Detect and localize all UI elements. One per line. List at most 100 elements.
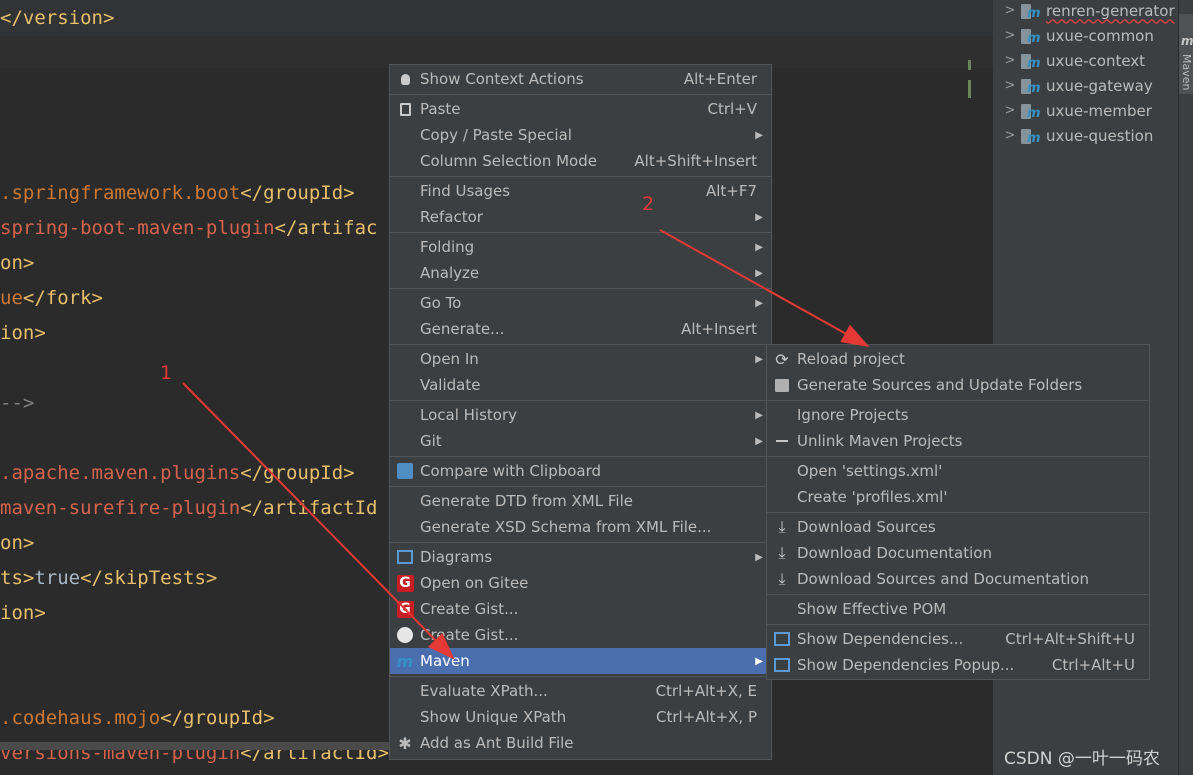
menu-item-refactor[interactable]: Refactor ▶ (390, 204, 771, 230)
chevron-right-icon[interactable]: > (1000, 28, 1020, 43)
menu-item-analyze[interactable]: Analyze ▶ (390, 260, 771, 286)
code-line: .springframework.boot</groupId> (0, 181, 355, 205)
tree-item-label: uxue-context (1046, 51, 1146, 70)
chevron-right-icon[interactable]: > (1000, 103, 1020, 118)
submenu-arrow-icon: ▶ (755, 129, 763, 141)
menu-item-ignore-projects[interactable]: Ignore Projects (767, 402, 1149, 428)
menu-item-open-in[interactable]: Open In ▶ (390, 346, 771, 372)
editor-current-line-band (0, 0, 993, 36)
maven-strip-tab[interactable]: m Maven (1179, 14, 1193, 94)
diagram-icon (767, 632, 797, 646)
menu-separator (390, 486, 771, 487)
menu-item-label: Analyze (420, 264, 480, 282)
menu-item-show-context-actions[interactable]: Show Context Actions Alt+Enter (390, 66, 771, 92)
menu-item-label: Create Gist... (420, 626, 519, 644)
menu-separator (390, 288, 771, 289)
code-line: ue</fork> (0, 286, 103, 310)
submenu-arrow-icon: ▶ (755, 551, 763, 563)
gitee-icon: G (390, 574, 420, 592)
tree-item-module[interactable]: > m uxue-member (1000, 98, 1152, 123)
tree-item-module[interactable]: > m renren-generator (1000, 0, 1175, 23)
menu-item-label: Reload project (797, 350, 905, 368)
menu-item-label: Unlink Maven Projects (797, 432, 963, 450)
code-token: </artifactId (240, 497, 378, 519)
chevron-right-icon[interactable]: > (1000, 128, 1020, 143)
menu-item-create-gist[interactable]: G Create Gist... (390, 596, 771, 622)
menu-item-generate-xsd-schema-from-xml-file[interactable]: Generate XSD Schema from XML File... (390, 514, 771, 540)
tree-item-module[interactable]: > m uxue-gateway (1000, 73, 1153, 98)
code-token: </groupId> (240, 182, 355, 204)
menu-item-shortcut: Alt+Shift+Insert (634, 152, 757, 170)
menu-item-create-profiles-xml[interactable]: Create 'profiles.xml' (767, 484, 1149, 510)
tree-item-module[interactable]: > m uxue-common (1000, 23, 1154, 48)
code-line: .codehaus.mojo</groupId> (0, 706, 275, 730)
menu-item-paste[interactable]: Paste Ctrl+V (390, 96, 771, 122)
menu-item-validate[interactable]: Validate (390, 372, 771, 398)
tree-item-module[interactable]: > m uxue-question (1000, 123, 1154, 148)
menu-item-add-as-ant-build-file[interactable]: ✱ Add as Ant Build File (390, 730, 771, 756)
menu-item-open-settings-xml[interactable]: Open 'settings.xml' (767, 458, 1149, 484)
menu-item-show-unique-xpath[interactable]: Show Unique XPath Ctrl+Alt+X, P (390, 704, 771, 730)
chevron-right-icon[interactable]: > (1000, 53, 1020, 68)
tree-item-label: uxue-question (1046, 126, 1154, 145)
menu-item-maven[interactable]: m Maven ▶ (390, 648, 771, 674)
code-line: --> (0, 391, 34, 415)
tree-item-module[interactable]: > m uxue-context (1000, 48, 1146, 73)
menu-item-git[interactable]: Git ▶ (390, 428, 771, 454)
gitee-icon: G (390, 600, 420, 618)
code-line: on> (0, 251, 34, 275)
menu-item-generate-sources-and-update-folders[interactable]: Generate Sources and Update Folders (767, 372, 1149, 398)
menu-item-column-selection-mode[interactable]: Column Selection Mode Alt+Shift+Insert (390, 148, 771, 174)
submenu-arrow-icon: ▶ (755, 435, 763, 447)
menu-item-copy-paste-special[interactable]: Copy / Paste Special ▶ (390, 122, 771, 148)
code-token: </groupId> (160, 707, 275, 729)
menu-item-label: Git (420, 432, 442, 450)
menu-item-open-on-gitee[interactable]: G Open on Gitee (390, 570, 771, 596)
chevron-right-icon[interactable]: > (1000, 78, 1020, 93)
submenu-arrow-icon: ▶ (755, 297, 763, 309)
menu-item-generate[interactable]: Generate... Alt+Insert (390, 316, 771, 342)
menu-item-local-history[interactable]: Local History ▶ (390, 402, 771, 428)
menu-item-label: Paste (420, 100, 461, 118)
menu-item-download-sources-and-documentation[interactable]: ⤓ Download Sources and Documentation (767, 566, 1149, 592)
menu-item-reload-project[interactable]: ⟳ Reload project (767, 346, 1149, 372)
diagram-icon (390, 550, 420, 564)
watermark: CSDN @一叶一码农 (1004, 749, 1160, 769)
menu-item-diagrams[interactable]: Diagrams ▶ (390, 544, 771, 570)
code-token: ts> (0, 567, 35, 589)
chevron-right-icon[interactable]: > (1000, 3, 1020, 18)
code-token: </artifac (274, 217, 378, 239)
code-line: on> (0, 531, 34, 555)
menu-item-label: Show Dependencies... (797, 630, 964, 648)
menu-item-compare-with-clipboard[interactable]: Compare with Clipboard (390, 458, 771, 484)
menu-item-show-dependencies-popup[interactable]: Show Dependencies Popup... Ctrl+Alt+U (767, 652, 1149, 678)
menu-item-unlink-maven-projects[interactable]: Unlink Maven Projects (767, 428, 1149, 454)
menu-item-show-dependencies[interactable]: Show Dependencies... Ctrl+Alt+Shift+U (767, 626, 1149, 652)
menu-item-download-sources[interactable]: ⤓ Download Sources (767, 514, 1149, 540)
menu-item-create-gist[interactable]: Create Gist... (390, 622, 771, 648)
reload-icon: ⟳ (775, 349, 789, 369)
menu-item-go-to[interactable]: Go To ▶ (390, 290, 771, 316)
menu-item-label: Generate XSD Schema from XML File... (420, 518, 712, 536)
tree-item-label: uxue-member (1046, 101, 1152, 120)
download-icon: ⤓ (778, 517, 786, 536)
generate-folder-icon (767, 378, 797, 392)
menu-item-folding[interactable]: Folding ▶ (390, 234, 771, 260)
menu-item-label: Download Sources (797, 518, 936, 536)
menu-item-label: Show Context Actions (420, 70, 584, 88)
menu-item-download-documentation[interactable]: ⤓ Download Documentation (767, 540, 1149, 566)
minus-icon (767, 440, 797, 442)
menu-item-evaluate-xpath[interactable]: Evaluate XPath... Ctrl+Alt+X, E (390, 678, 771, 704)
code-token: ion> (0, 602, 46, 624)
menu-item-generate-dtd-from-xml-file[interactable]: Generate DTD from XML File (390, 488, 771, 514)
menu-item-label: Generate... (420, 320, 505, 338)
compare-icon (390, 463, 420, 479)
menu-item-label: Open 'settings.xml' (797, 462, 943, 480)
menu-item-find-usages[interactable]: Find Usages Alt+F7 (390, 178, 771, 204)
change-marker (968, 60, 971, 70)
code-token: </groupId> (240, 462, 355, 484)
horizontal-scrollbar[interactable] (0, 742, 390, 750)
menu-item-label: Ignore Projects (797, 406, 909, 424)
menu-item-show-effective-pom[interactable]: Show Effective POM (767, 596, 1149, 622)
menu-separator (767, 512, 1148, 513)
